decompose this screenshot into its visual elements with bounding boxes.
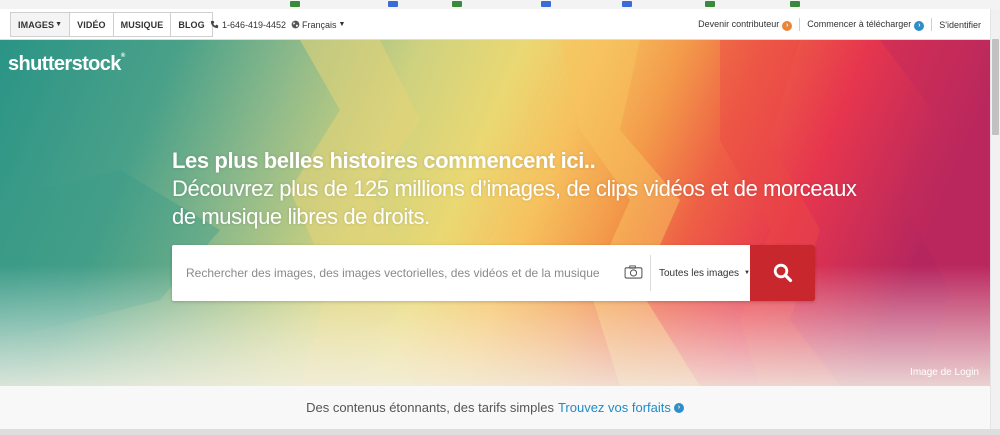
scrollbar-thumb[interactable] bbox=[992, 39, 999, 135]
language-label: Français bbox=[302, 19, 337, 30]
tab-images-label: IMAGES bbox=[18, 19, 55, 30]
shutterstock-logo[interactable]: shutterstock® bbox=[8, 53, 125, 76]
hero-headline: Les plus belles histoires commencent ici… bbox=[172, 147, 872, 231]
image-credit[interactable]: Image de Login bbox=[910, 367, 979, 378]
contributor-label: Devenir contributeur bbox=[698, 18, 780, 29]
promo-text: Des contenus étonnants, des tarifs simpl… bbox=[306, 400, 554, 415]
bookmark-icon[interactable] bbox=[622, 1, 632, 7]
trademark-icon: ® bbox=[120, 53, 125, 59]
tab-blog-label: BLOG bbox=[178, 19, 205, 30]
download-link[interactable]: Commencer à télécharger › bbox=[807, 18, 925, 31]
logo-text: shutterstock bbox=[8, 53, 121, 75]
download-label: Commencer à télécharger bbox=[807, 18, 912, 29]
bookmark-icon[interactable] bbox=[452, 1, 462, 7]
camera-icon[interactable] bbox=[624, 265, 643, 279]
divider bbox=[931, 18, 933, 31]
nav-account-links: Devenir contributeur › Commencer à téléch… bbox=[698, 9, 981, 40]
search-bar: Toutes les images ▼ bbox=[172, 245, 815, 301]
divider bbox=[799, 18, 801, 31]
chevron-right-icon: › bbox=[782, 20, 793, 31]
contributor-link[interactable]: Devenir contributeur › bbox=[698, 18, 793, 31]
phone-icon bbox=[210, 20, 219, 29]
language-selector[interactable]: Français ▼ bbox=[291, 9, 345, 40]
phone-number: 1-646-419-4452 bbox=[222, 19, 287, 30]
pricing-link[interactable]: Trouvez vos forfaits bbox=[558, 400, 671, 415]
window-bottom-edge bbox=[0, 429, 1000, 435]
search-button[interactable] bbox=[750, 245, 815, 301]
search-icon bbox=[773, 263, 792, 283]
signin-link[interactable]: S'identifier bbox=[939, 20, 981, 30]
tab-music-label: MUSIQUE bbox=[120, 19, 164, 30]
tab-video[interactable]: VIDÉO bbox=[70, 12, 114, 37]
bookmark-icon[interactable] bbox=[790, 1, 800, 7]
divider bbox=[650, 255, 651, 291]
tab-video-label: VIDÉO bbox=[77, 19, 106, 30]
globe-icon bbox=[291, 20, 300, 29]
caret-down-icon: ▼ bbox=[55, 21, 63, 28]
tab-images[interactable]: IMAGES ▼ bbox=[10, 12, 71, 37]
nav-tabs: IMAGES ▼ VIDÉO MUSIQUE BLOG bbox=[10, 12, 213, 37]
tab-blog[interactable]: BLOG bbox=[171, 12, 213, 37]
bookmark-icon[interactable] bbox=[541, 1, 551, 7]
tab-music[interactable]: MUSIQUE bbox=[113, 12, 172, 37]
search-input[interactable] bbox=[172, 245, 617, 301]
bookmark-icon[interactable] bbox=[388, 1, 398, 7]
headline-subtitle: Découvrez plus de 125 millions d’images,… bbox=[172, 176, 857, 229]
image-type-label: Toutes les images bbox=[659, 267, 740, 279]
hero-banner: shutterstock® Les plus belles histoires … bbox=[0, 40, 990, 386]
vertical-scrollbar[interactable] bbox=[990, 9, 1000, 429]
bookmark-icon[interactable] bbox=[705, 1, 715, 7]
caret-down-icon: ▼ bbox=[338, 21, 346, 28]
headline-title: Les plus belles histoires commencent ici… bbox=[172, 148, 596, 173]
phone-link[interactable]: 1-646-419-4452 bbox=[210, 9, 286, 40]
top-navigation: IMAGES ▼ VIDÉO MUSIQUE BLOG 1-646-419-445… bbox=[0, 9, 990, 40]
bookmark-icon[interactable] bbox=[290, 1, 300, 7]
image-type-dropdown[interactable]: Toutes les images ▼ bbox=[659, 245, 750, 301]
pricing-promo: Des contenus étonnants, des tarifs simpl… bbox=[0, 386, 990, 429]
chevron-right-icon: › bbox=[914, 20, 925, 31]
bookmarks-strip bbox=[0, 0, 1000, 9]
chevron-right-icon[interactable]: › bbox=[673, 402, 684, 413]
